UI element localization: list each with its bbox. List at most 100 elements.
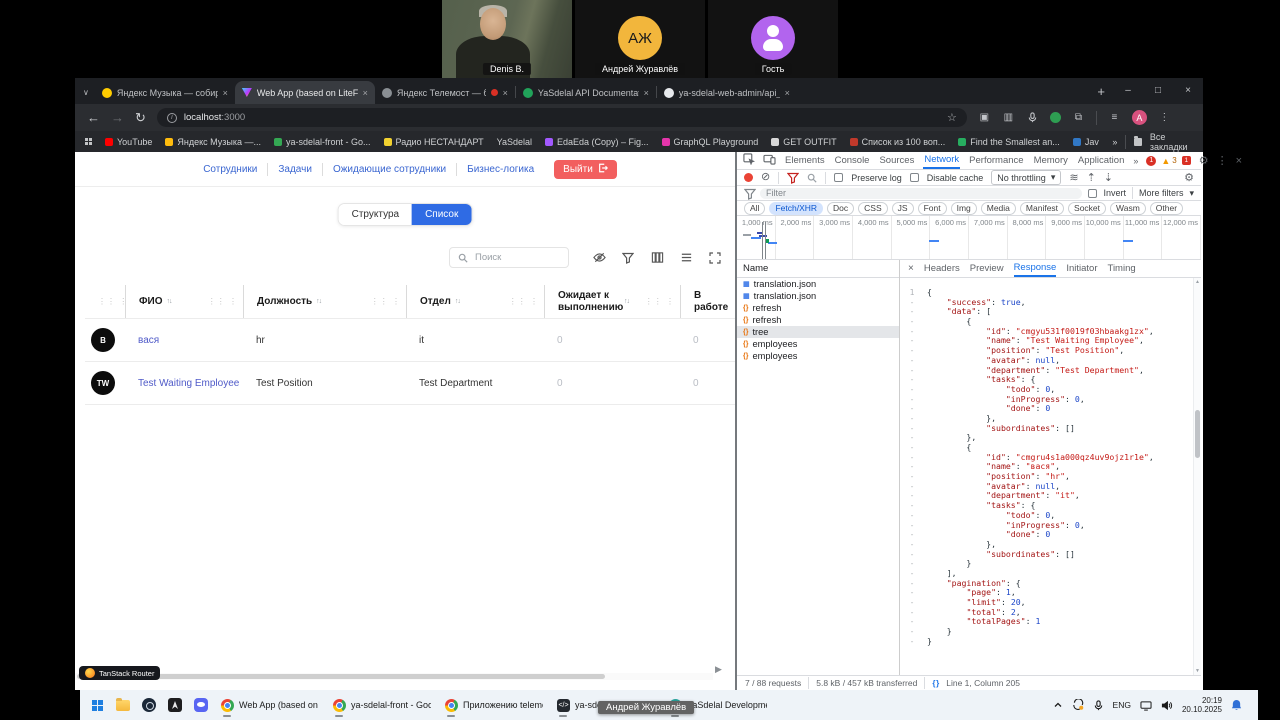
bookmark-item-9[interactable]: Find the Smallest an... [958,137,1060,147]
reading-list-icon[interactable]: ≡ [1108,111,1121,124]
language-indicator[interactable]: ENG [1113,700,1131,710]
tab-search-chevron-icon[interactable]: ∨ [83,88,89,97]
type-filter-img[interactable]: Img [951,202,977,215]
extensions-puzzle-icon[interactable]: ⧉ [1072,111,1085,124]
bookmark-item-1[interactable]: Яндекс Музыка —... [165,137,261,147]
tray-mic-icon[interactable] [1093,700,1104,711]
inspect-element-icon[interactable] [743,153,755,168]
import-har-icon[interactable]: ⇡ [1087,171,1096,184]
notifications-bell-icon[interactable] [1231,699,1242,711]
devtools-tab-elements[interactable]: Elements [784,153,826,168]
pinned-app-icon[interactable] [162,692,188,718]
tab-close-icon[interactable]: × [785,88,790,98]
taskbar-app-0[interactable]: Web App (based on Lite [214,692,326,718]
disable-cache-checkbox[interactable] [910,173,919,182]
devtools-settings-gear-icon[interactable]: ⚙ [1199,154,1209,167]
request-row-translation.json[interactable]: ▦translation.json [737,278,899,290]
devtools-menu-icon[interactable]: ⋮ [1217,154,1228,167]
type-filter-socket[interactable]: Socket [1068,202,1106,215]
scroll-down-icon[interactable]: ▼ [1195,668,1200,674]
scroll-up-icon[interactable]: ▲ [1195,279,1200,285]
steam-icon[interactable] [136,692,162,718]
network-search-icon[interactable] [806,172,817,183]
nav-link-1[interactable]: Задачи [278,164,312,175]
table-row-1[interactable]: TWTest Waiting EmployeeTest PositionTest… [85,362,735,405]
start-button-icon[interactable] [84,692,110,718]
type-filter-all[interactable]: All [744,202,765,215]
clock[interactable]: 20:1920.10.2025 [1182,696,1222,714]
forward-button[interactable]: → [111,111,124,124]
request-row-translation.json[interactable]: ▦translation.json [737,290,899,302]
type-filter-manifest[interactable]: Manifest [1020,202,1064,215]
devtools-more-tabs-icon[interactable]: » [1133,156,1138,166]
bookmark-item-3[interactable]: Радио НЕСТАНДАРТ [384,137,484,147]
hide-columns-icon[interactable] [592,251,606,265]
request-row-employees[interactable]: {}employees [737,350,899,362]
network-conditions-icon[interactable]: ≋ [1069,171,1078,184]
device-toolbar-icon[interactable] [763,154,776,168]
bookmark-item-10[interactable]: JavaScript - Синтак... [1073,137,1100,147]
file-explorer-icon[interactable] [110,692,136,718]
request-row-refresh[interactable]: {}refresh [737,302,899,314]
sort-icon[interactable]: ↑↓ [624,298,629,305]
response-tab-headers[interactable]: Headers [924,261,960,276]
devtools-tab-application[interactable]: Application [1077,153,1125,168]
more-filters-label[interactable]: More filters [1139,188,1184,198]
tray-chevron-up-icon[interactable] [1053,701,1063,709]
header-col-2[interactable]: Отдел↑↓⋮⋮ ⋮ [406,285,544,318]
close-button[interactable]: × [1173,78,1203,102]
devtools-tab-network[interactable]: Network [923,152,960,169]
extension-adblock-icon[interactable] [1050,112,1061,123]
discord-icon[interactable] [188,692,214,718]
horizontal-scrollbar[interactable] [75,673,713,680]
bookmark-item-5[interactable]: EdaEda (Copy) – Fig... [545,137,649,147]
column-drag-handle-icon[interactable]: ⋮⋮ ⋮ [509,297,544,306]
nav-link-3[interactable]: Бизнес-логика [467,164,534,175]
devtools-toggle-icon[interactable]: ▶ [715,664,722,675]
tab-close-icon[interactable]: × [503,88,508,98]
maximize-button[interactable]: □ [1143,78,1173,102]
tab-close-icon[interactable]: × [644,88,649,98]
request-row-refresh[interactable]: {}refresh [737,314,899,326]
filter-icon[interactable] [621,251,635,265]
filter-input[interactable]: Filter [760,188,1082,199]
browser-tab-1[interactable]: Web App (based on LiteFront)× [235,81,375,104]
bookmark-star-icon[interactable]: ☆ [947,111,957,124]
table-row-0[interactable]: Ввасяhrit00 [85,319,735,362]
volume-icon[interactable] [1161,700,1173,711]
browser-tab-3[interactable]: YaSdelal API Documentation× [516,81,656,104]
scrollbar-thumb[interactable] [1195,410,1200,458]
column-drag-handle-icon[interactable]: ⋮⋮ ⋮ [371,297,406,306]
toggle-option-1[interactable]: Список [412,204,471,225]
type-filter-wasm[interactable]: Wasm [1110,202,1146,215]
request-list-header[interactable]: Name [737,260,899,278]
bookmark-item-4[interactable]: YaSdelal [497,137,532,147]
header-col-3[interactable]: Ожидает к выполнению↑↓⋮⋮ ⋮ [544,285,680,318]
tanstack-router-badge[interactable]: TanStack Router [79,666,160,680]
logout-button[interactable]: Выйти [554,160,617,179]
record-icon[interactable] [744,173,753,182]
request-row-tree[interactable]: {}tree [737,326,899,338]
nav-link-0[interactable]: Сотрудники [203,164,257,175]
fullscreen-icon[interactable] [708,251,722,265]
columns-icon[interactable] [650,251,664,265]
type-filter-doc[interactable]: Doc [827,202,854,215]
nav-link-2[interactable]: Ожидающие сотрудники [333,164,446,175]
cast-display-icon[interactable] [1140,700,1152,711]
devtools-tab-console[interactable]: Console [834,153,871,168]
column-drag-handle-icon[interactable]: ⋮⋮ ⋮ [208,297,243,306]
export-har-icon[interactable]: ⇣ [1104,171,1113,184]
site-info-icon[interactable]: i [167,113,177,123]
header-col-0[interactable]: ФИО↑↓⋮⋮ ⋮ [125,285,243,318]
sort-icon[interactable]: ↑↓ [316,298,321,305]
density-icon[interactable] [679,251,693,265]
header-col-1[interactable]: Должность↑↓⋮⋮ ⋮ [243,285,406,318]
type-filter-fetch-xhr[interactable]: Fetch/XHR [769,202,823,215]
bookmark-item-0[interactable]: YouTube [105,137,152,147]
back-button[interactable]: ← [87,111,100,124]
search-input[interactable]: Поиск [449,247,569,268]
response-tab-response[interactable]: Response [1014,260,1057,277]
bookmarks-overflow-icon[interactable]: » [1112,137,1117,147]
toggle-option-0[interactable]: Структура [339,204,412,225]
devtools-tab-memory[interactable]: Memory [1033,153,1069,168]
